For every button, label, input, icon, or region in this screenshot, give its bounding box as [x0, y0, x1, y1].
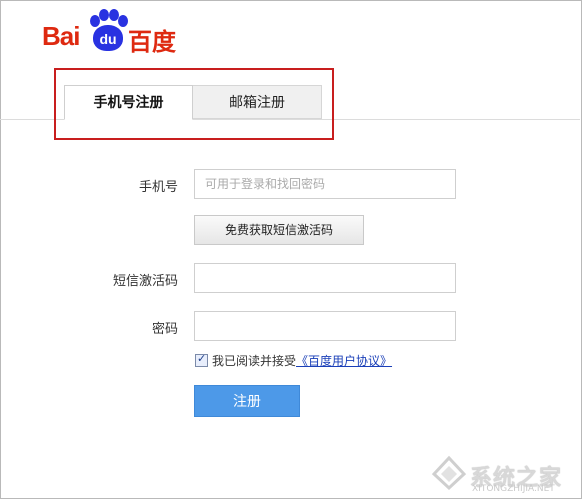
logo-paw-text: du	[99, 31, 117, 47]
register-button[interactable]: 注册	[194, 385, 300, 417]
highlight-box	[54, 68, 334, 140]
watermark-logo-icon	[431, 455, 467, 491]
get-sms-code-button[interactable]: 免费获取短信激活码	[194, 215, 364, 245]
paw-icon: du	[86, 8, 128, 52]
user-agreement-link[interactable]: 《百度用户协议》	[296, 354, 392, 368]
password-input[interactable]	[194, 311, 456, 341]
phone-input[interactable]	[194, 169, 456, 199]
watermark: 系统之家 XITONGZHIJIA.NET	[430, 452, 576, 496]
baidu-logo[interactable]: Bai du 百度	[42, 8, 182, 56]
watermark-url: XITONGZHIJIA.NET	[472, 484, 555, 494]
agreement-row: 我已阅读并接受《百度用户协议》	[195, 352, 392, 369]
sms-code-input[interactable]	[194, 263, 456, 293]
logo-latin-text: Bai	[42, 21, 80, 51]
agree-checkbox[interactable]	[195, 352, 208, 367]
logo-chinese-text: 百度	[128, 28, 176, 56]
phone-label: 手机号	[138, 180, 178, 195]
password-label: 密码	[151, 322, 178, 337]
sms-code-label: 短信激活码	[112, 274, 178, 289]
agree-text: 我已阅读并接受	[212, 354, 297, 368]
